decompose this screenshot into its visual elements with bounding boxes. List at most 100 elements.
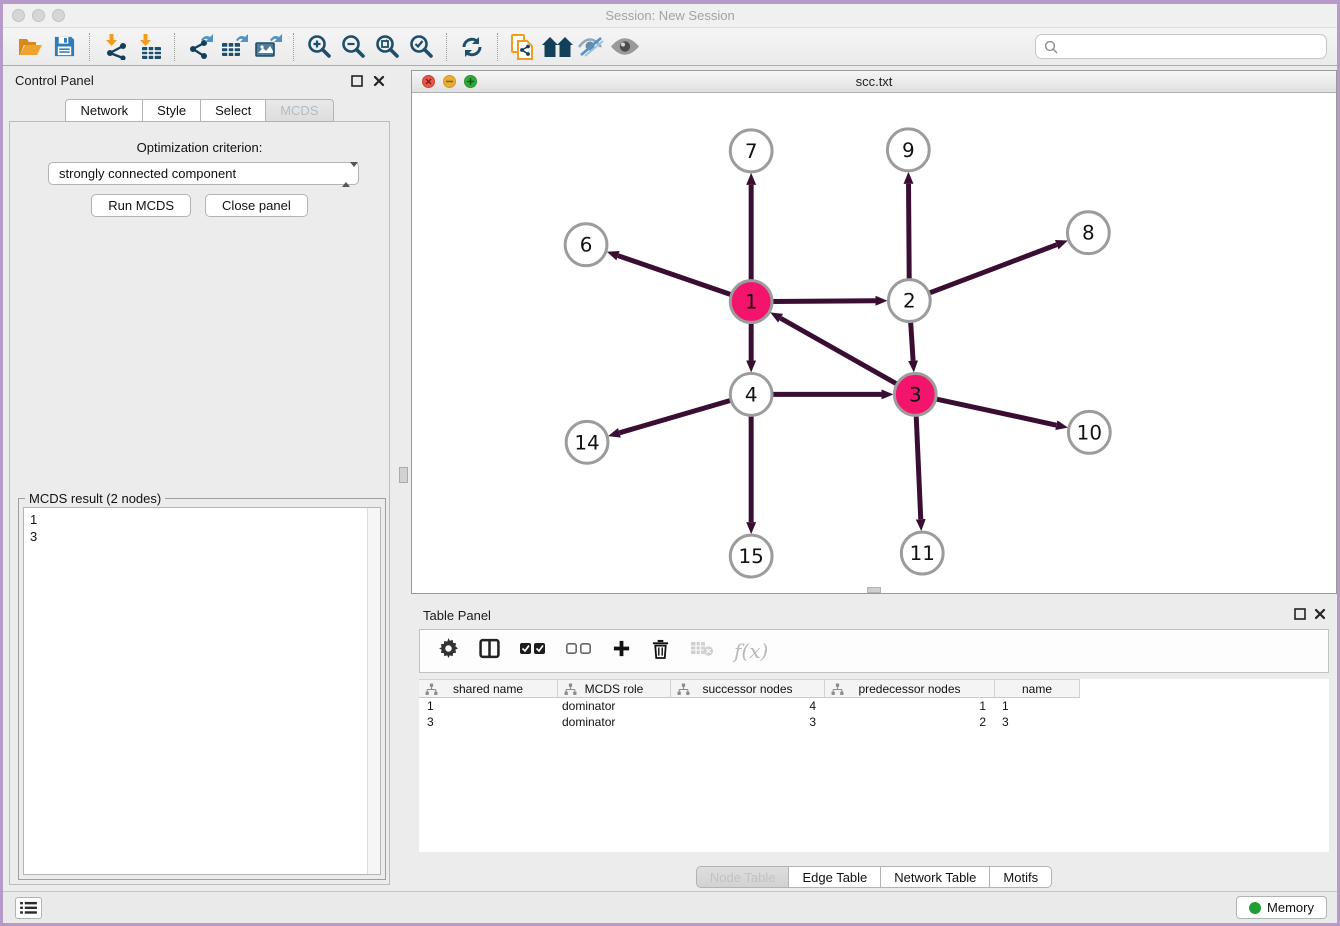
delete-column-trash-icon[interactable] [651, 638, 670, 664]
zoom-selected-icon[interactable] [404, 32, 438, 62]
import-table-icon[interactable] [132, 32, 166, 62]
tab-network-table[interactable]: Network Table [880, 866, 990, 888]
search-input[interactable] [1064, 40, 1318, 54]
graph-node-label-14: 14 [574, 431, 599, 454]
refresh-icon[interactable] [455, 32, 489, 62]
zoom-out-icon[interactable] [336, 32, 370, 62]
float-table-panel-icon[interactable] [1294, 607, 1307, 620]
memory-button[interactable]: Memory [1236, 896, 1327, 919]
splitter-handle[interactable] [399, 467, 408, 483]
close-table-panel-icon[interactable] [1314, 607, 1327, 620]
criterion-select[interactable]: strongly connected component [48, 162, 359, 185]
column-header-mcds-role[interactable]: MCDS role [558, 679, 671, 698]
network-window-title: scc.txt [412, 74, 1336, 89]
main-toolbar [3, 28, 1337, 66]
network-graph[interactable]: 7968124314101511 [412, 93, 1336, 593]
graph-node-label-1: 1 [745, 291, 758, 314]
network-canvas[interactable]: 7968124314101511 [412, 93, 1336, 593]
mcds-result-group: MCDS result (2 nodes) 1 3 [18, 498, 386, 880]
run-mcds-button[interactable]: Run MCDS [91, 194, 191, 217]
select-all-columns-icon[interactable] [520, 642, 546, 660]
task-history-icon[interactable] [15, 897, 42, 919]
eye-icon[interactable] [608, 32, 642, 62]
graph-node-label-8: 8 [1082, 222, 1095, 245]
table-row[interactable]: 1 dominator 4 1 1 [419, 698, 1329, 714]
toggle-graphics-details-icon[interactable] [574, 32, 608, 62]
column-header-shared-name[interactable]: shared name [419, 679, 558, 698]
control-panel-tabs: Network Style Select MCDS [3, 99, 396, 122]
select-stepper-icon [342, 167, 351, 182]
save-session-icon[interactable] [47, 32, 81, 62]
graph-edge-4-14[interactable] [619, 400, 731, 433]
export-image-icon[interactable] [251, 32, 285, 62]
hierarchy-icon [677, 683, 690, 699]
tab-network[interactable]: Network [65, 99, 143, 122]
delete-table-icon [690, 640, 714, 662]
toolbar-separator [89, 33, 90, 61]
tab-edge-table[interactable]: Edge Table [788, 866, 881, 888]
hierarchy-icon [564, 683, 577, 699]
window-title: Session: New Session [3, 8, 1337, 23]
mcds-result-box[interactable]: 1 3 [23, 507, 381, 875]
graph-edge-3-11[interactable] [916, 415, 921, 519]
mcds-result-line: 1 [30, 511, 380, 528]
application-window: Session: New Session [0, 0, 1340, 926]
graph-edge-1-2[interactable] [772, 301, 875, 302]
import-network-icon[interactable] [98, 32, 132, 62]
panel-splitter[interactable] [396, 66, 411, 891]
tab-select[interactable]: Select [200, 99, 266, 122]
memory-label: Memory [1267, 900, 1314, 915]
export-table-icon[interactable] [217, 32, 251, 62]
tab-node-table[interactable]: Node Table [696, 866, 790, 888]
unselect-all-columns-icon[interactable] [566, 642, 592, 660]
graph-node-label-7: 7 [745, 140, 758, 163]
node-table: shared name MCDS role successor nodes pr… [419, 679, 1329, 852]
toolbar-separator [497, 33, 498, 61]
table-row[interactable]: 3 dominator 3 2 3 [419, 714, 1329, 730]
graph-edge-2-9[interactable] [909, 184, 910, 280]
table-settings-gear-icon[interactable] [438, 638, 459, 664]
mcds-result-line: 3 [30, 528, 380, 545]
graph-node-label-15: 15 [739, 545, 764, 568]
open-session-icon[interactable] [13, 32, 47, 62]
clone-network-icon[interactable] [506, 32, 540, 62]
graph-node-label-6: 6 [580, 234, 593, 257]
export-network-icon[interactable] [183, 32, 217, 62]
toolbar-separator [446, 33, 447, 61]
tab-style[interactable]: Style [142, 99, 201, 122]
hierarchy-icon [831, 683, 844, 699]
mcds-panel: Optimization criterion: strongly connect… [9, 121, 390, 885]
home-networks-icon[interactable] [540, 32, 574, 62]
show-columns-icon[interactable] [479, 638, 500, 664]
float-panel-icon[interactable] [351, 74, 364, 87]
function-builder-icon: f(x) [734, 639, 768, 663]
graph-edge-2-3[interactable] [911, 322, 913, 361]
column-header-name[interactable]: name [995, 679, 1080, 698]
tab-motifs[interactable]: Motifs [989, 866, 1052, 888]
zoom-fit-icon[interactable] [370, 32, 404, 62]
graph-node-label-9: 9 [902, 139, 915, 162]
table-toolbar: f(x) [419, 629, 1329, 673]
table-panel-tabs: Node Table Edge Table Network Table Moti… [411, 866, 1337, 888]
criterion-selected-value: strongly connected component [59, 166, 236, 181]
close-panel-button[interactable]: Close panel [205, 194, 308, 217]
table-panel-title: Table Panel [423, 608, 491, 623]
search-box[interactable] [1035, 34, 1327, 59]
create-column-plus-icon[interactable] [612, 639, 631, 663]
toolbar-separator [174, 33, 175, 61]
graph-edge-1-6[interactable] [618, 256, 731, 295]
close-panel-icon[interactable] [373, 74, 386, 87]
column-header-predecessor-nodes[interactable]: predecessor nodes [825, 679, 995, 698]
table-panel: Table Panel [411, 601, 1337, 887]
graph-edge-3-1[interactable] [781, 318, 897, 384]
tab-mcds[interactable]: MCDS [265, 99, 333, 122]
graph-edge-2-8[interactable] [929, 245, 1057, 294]
canvas-resize-handle[interactable] [867, 587, 881, 593]
result-scrollbar[interactable] [367, 508, 380, 874]
zoom-in-icon[interactable] [302, 32, 336, 62]
graph-edge-3-10[interactable] [936, 399, 1057, 425]
column-header-successor-nodes[interactable]: successor nodes [671, 679, 825, 698]
control-panel: Control Panel Network Style Select MCDS … [3, 66, 396, 891]
status-bar: Memory [3, 891, 1337, 923]
memory-status-icon [1249, 902, 1261, 914]
